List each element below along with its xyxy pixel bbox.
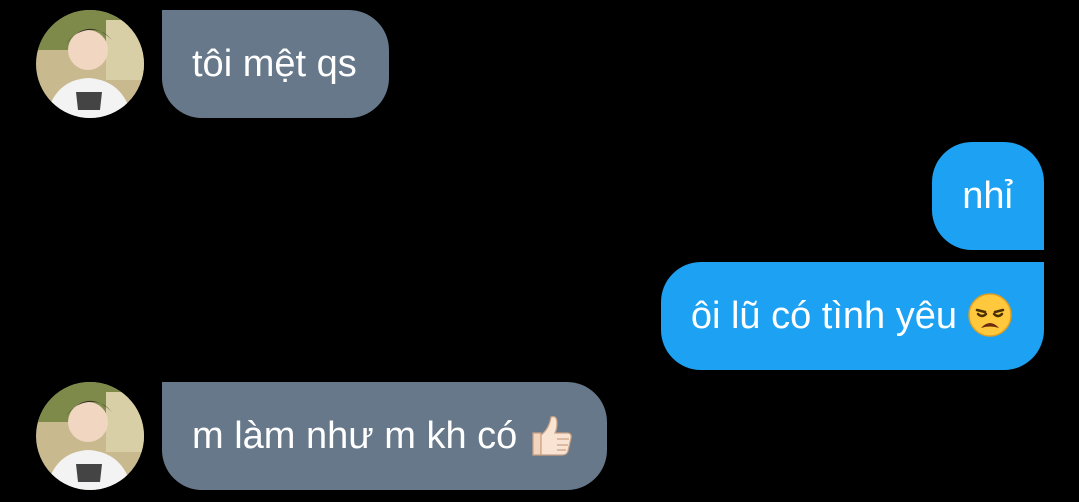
message-text: nhỉ <box>962 175 1013 217</box>
contact-avatar[interactable] <box>36 382 144 490</box>
message-text: m làm như m kh có <box>192 415 518 457</box>
message-text: ôi lũ có tình yêu <box>690 295 957 337</box>
avatar-photo <box>36 10 144 118</box>
message-bubble-outgoing[interactable]: nhỉ <box>932 142 1044 250</box>
message-bubble-incoming[interactable]: m làm như m kh có <box>162 382 608 490</box>
weary-face-icon <box>967 292 1013 338</box>
avatar-photo <box>36 382 144 490</box>
message-text: tôi mệt qs <box>192 43 357 85</box>
thumbs-up-icon <box>527 411 575 459</box>
message-bubble-incoming[interactable]: tôi mệt qs <box>162 10 389 118</box>
message-bubble-outgoing[interactable]: ôi lũ có tình yêu <box>660 262 1044 370</box>
contact-avatar[interactable] <box>36 10 144 118</box>
